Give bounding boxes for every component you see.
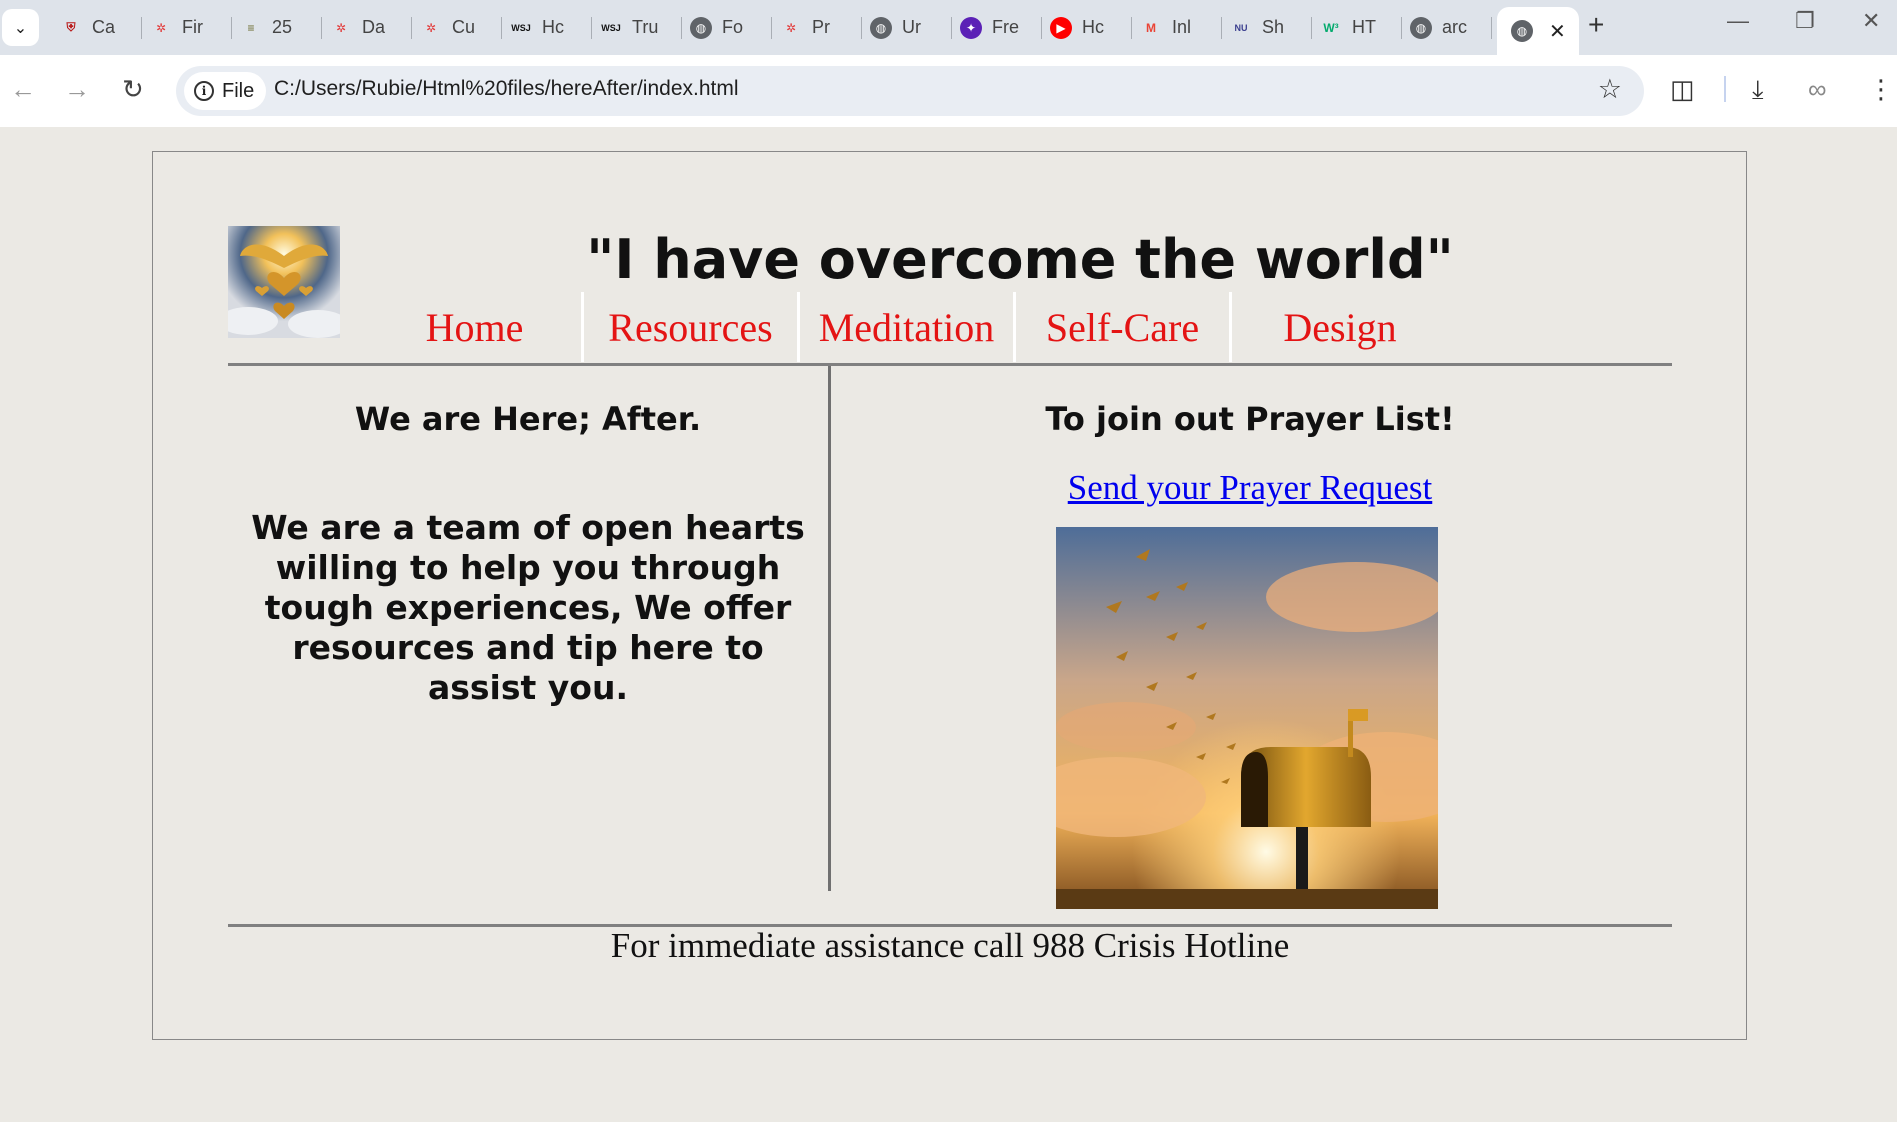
tab-title: Pr — [812, 17, 830, 37]
w3-icon: W³ — [1323, 20, 1339, 35]
tab-title: HT — [1352, 17, 1376, 37]
tab-item[interactable]: ⛨ Ca — [52, 10, 142, 45]
tab-title: Tru — [632, 17, 659, 37]
tab-item[interactable]: ✲ Da — [322, 10, 412, 45]
restore-icon[interactable]: ❐ — [1795, 8, 1815, 34]
tab-item[interactable]: M Inl — [1132, 10, 1222, 45]
globe-icon: ◍ — [1511, 20, 1533, 42]
tab-title: Da — [362, 17, 386, 37]
minimize-icon[interactable]: — — [1727, 8, 1749, 34]
canvas-icon: ✲ — [785, 20, 797, 35]
globe-icon: ◍ — [1410, 16, 1432, 39]
prayer-request-link[interactable]: Send your Prayer Request — [850, 468, 1650, 508]
nav-meditation[interactable]: Meditation — [800, 292, 1016, 362]
prayer-list-heading: To join out Prayer List! — [1045, 400, 1455, 438]
tab-title: Fir — [182, 17, 203, 37]
nav-resources[interactable]: Resources — [584, 292, 800, 362]
menu-kebab-icon[interactable]: ⋮ — [1868, 74, 1894, 105]
tab-title: Hc — [1082, 17, 1104, 37]
tab-title: 25 — [272, 17, 293, 37]
shield-icon: ⛨ — [66, 20, 76, 34]
site-info-label: File — [222, 79, 255, 102]
chevron-down-icon: ⌄ — [13, 19, 28, 37]
wsj-icon: WSJ — [511, 22, 531, 33]
mailbox-birds-illustration — [1056, 527, 1438, 909]
tab-item[interactable]: ◍ Ur — [862, 10, 952, 45]
tab-item[interactable]: ✲ Pr — [772, 10, 862, 45]
canvas-icon: ✲ — [335, 20, 347, 35]
new-tab-button[interactable]: + — [1588, 9, 1604, 41]
site-info-chip[interactable]: i File — [184, 72, 267, 110]
download-icon[interactable]: ⤓ — [1752, 74, 1764, 106]
tab-title: Fo — [722, 17, 744, 37]
globe-icon: ◍ — [690, 16, 712, 39]
tab-item[interactable]: WSJ Tru — [592, 10, 682, 45]
sync-icon[interactable]: ∞ — [1808, 74, 1827, 105]
tab-item[interactable]: ✲ Fir — [142, 10, 232, 45]
tab-title: arc — [1442, 17, 1468, 37]
canvas-icon: ✲ — [155, 20, 167, 35]
canvas-icon: ✲ — [425, 20, 437, 35]
tab-search-button[interactable]: ⌄ — [2, 9, 39, 46]
tab-item[interactable]: W³ HT — [1312, 10, 1402, 45]
books-icon: ≡ — [247, 20, 255, 35]
close-window-icon[interactable]: ✕ — [1862, 8, 1880, 34]
nu-icon: NU — [1234, 22, 1248, 33]
tab-item[interactable]: ▶ Hc — [1042, 10, 1132, 45]
header-divider — [228, 363, 1672, 366]
tab-item[interactable]: NU Sh — [1222, 10, 1312, 45]
tab-title: Hc — [542, 17, 564, 37]
nav-self-care[interactable]: Self-Care — [1016, 292, 1232, 362]
nav-home[interactable]: Home — [368, 292, 584, 362]
gmail-icon: M — [1146, 20, 1156, 35]
toolbar-divider — [1724, 76, 1726, 102]
reload-icon[interactable]: ↻ — [122, 74, 144, 105]
winged-heart-logo-icon — [228, 226, 340, 338]
about-text: We are a team of open hearts willing to … — [251, 508, 805, 707]
back-icon[interactable]: ← — [10, 74, 36, 105]
tab-item[interactable]: ◍ Fo — [682, 10, 772, 45]
tab-title: Sh — [1262, 17, 1285, 37]
tab-title: Fre — [992, 17, 1019, 37]
tab-title: Ca — [92, 17, 116, 37]
about-heading: We are Here; After. — [354, 400, 702, 438]
star-icon: ✦ — [960, 16, 982, 39]
column-divider — [828, 366, 831, 891]
tab-item[interactable]: ≡ 25 — [232, 10, 322, 45]
page-headline: "I have overcome the world" — [586, 228, 1454, 291]
tab-item[interactable]: WSJ Hc — [502, 10, 592, 45]
info-icon: i — [194, 81, 214, 101]
tab-title: Inl — [1172, 17, 1192, 37]
site-logo — [228, 226, 340, 338]
address-bar[interactable]: i File C:/Users/Rubie/Html%20files/hereA… — [176, 66, 1644, 116]
youtube-icon: ▶ — [1050, 16, 1072, 39]
extensions-icon[interactable]: ◫ — [1670, 74, 1695, 105]
tab-item[interactable]: ✲ Cu — [412, 10, 502, 45]
forward-icon[interactable]: → — [64, 74, 90, 105]
main-nav: Home Resources Meditation Self-Care Desi… — [368, 292, 1448, 362]
tab-item[interactable]: ✦ Fre — [952, 10, 1042, 45]
url-text[interactable]: C:/Users/Rubie/Html%20files/hereAfter/in… — [274, 77, 739, 101]
tab-title: Cu — [452, 17, 476, 37]
tab-item[interactable]: ◍ arc — [1402, 10, 1492, 45]
globe-icon: ◍ — [870, 16, 892, 39]
tab-active[interactable]: ◍ ✕ — [1497, 7, 1579, 55]
tab-separator — [1491, 17, 1492, 39]
close-tab-icon[interactable]: ✕ — [1549, 19, 1566, 44]
mailbox-birds-image — [1056, 527, 1438, 909]
footer-hotline: For immediate assistance call 988 Crisis… — [610, 926, 1290, 965]
wsj-icon: WSJ — [601, 22, 621, 33]
nav-design[interactable]: Design — [1232, 292, 1448, 362]
bookmark-star-icon[interactable]: ☆ — [1598, 74, 1622, 105]
tab-title: Ur — [902, 17, 921, 37]
